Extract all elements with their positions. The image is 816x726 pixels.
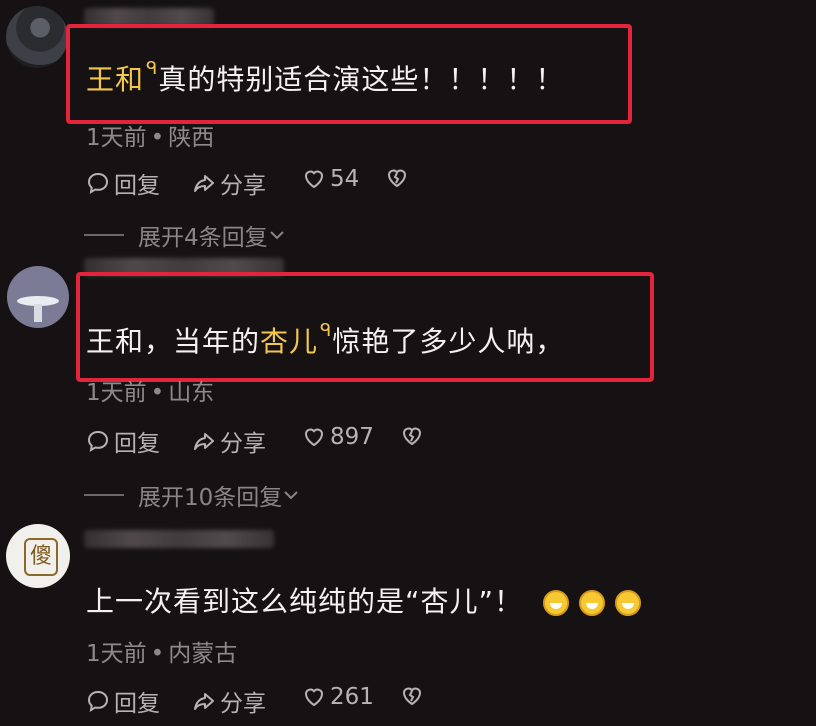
like-count: 54	[330, 166, 360, 192]
reply-button[interactable]: 回复	[86, 166, 160, 200]
grin-emoji-icon	[542, 590, 569, 616]
share-arrow-icon	[194, 693, 214, 710]
search-superscript-icon[interactable]: ᑫ	[146, 58, 158, 79]
username-blurred[interactable]	[84, 530, 274, 548]
comment-bubble-icon	[87, 690, 109, 712]
search-superscript-icon[interactable]: ᑫ	[320, 320, 332, 341]
like-button[interactable]: 54	[302, 166, 359, 192]
dislike-button[interactable]	[400, 684, 428, 708]
dislike-button[interactable]	[385, 166, 413, 190]
like-count: 897	[330, 424, 374, 450]
reply-button[interactable]: 回复	[86, 684, 160, 718]
avatar[interactable]	[7, 266, 69, 328]
heart-icon	[304, 688, 324, 707]
share-arrow-icon	[194, 175, 214, 192]
highlight-keyword[interactable]: 杏儿	[260, 325, 318, 358]
reply-button[interactable]: 回复	[86, 424, 160, 458]
highlight-keyword[interactable]: 王和	[86, 63, 144, 96]
avatar[interactable]: 傻	[6, 524, 70, 588]
like-button[interactable]: 897	[302, 424, 374, 450]
broken-heart-icon	[402, 687, 422, 706]
comment-text: 王和 ᑫ真的特别适合演这些！！！！！	[86, 58, 565, 96]
comment-text: 上一次看到这么纯纯的是“杏儿”！	[86, 580, 641, 620]
comment-text: 王和，当年的杏儿 ᑫ惊艳了多少人呐，	[86, 320, 565, 358]
heart-icon	[304, 428, 324, 447]
share-button[interactable]: 分享	[192, 684, 266, 718]
avatar[interactable]	[6, 6, 68, 68]
heart-icon	[304, 170, 324, 189]
grin-emoji-icon	[614, 590, 641, 616]
like-button[interactable]: 261	[302, 684, 374, 710]
dislike-button[interactable]	[400, 424, 428, 448]
chevron-down-icon	[284, 491, 298, 500]
share-button[interactable]: 分享	[192, 166, 266, 200]
expand-replies[interactable]: 展开4条回复	[84, 218, 286, 252]
comment-bubble-icon	[87, 172, 109, 194]
chevron-down-icon	[269, 231, 284, 240]
share-button[interactable]: 分享	[192, 424, 266, 458]
share-arrow-icon	[194, 433, 214, 450]
comment-meta: 1天前 • 内蒙古	[86, 641, 238, 667]
comment-bubble-icon	[87, 430, 109, 452]
broken-heart-icon	[387, 169, 407, 188]
comment-meta: 1天前 • 陕西	[86, 125, 215, 151]
comment-meta: 1天前 • 山东	[86, 380, 215, 406]
grin-emoji-icon	[578, 590, 605, 616]
expand-replies[interactable]: 展开10条回复	[84, 478, 300, 512]
like-count: 261	[330, 684, 374, 710]
broken-heart-icon	[402, 427, 422, 446]
seal-glyph: 傻	[24, 538, 58, 576]
